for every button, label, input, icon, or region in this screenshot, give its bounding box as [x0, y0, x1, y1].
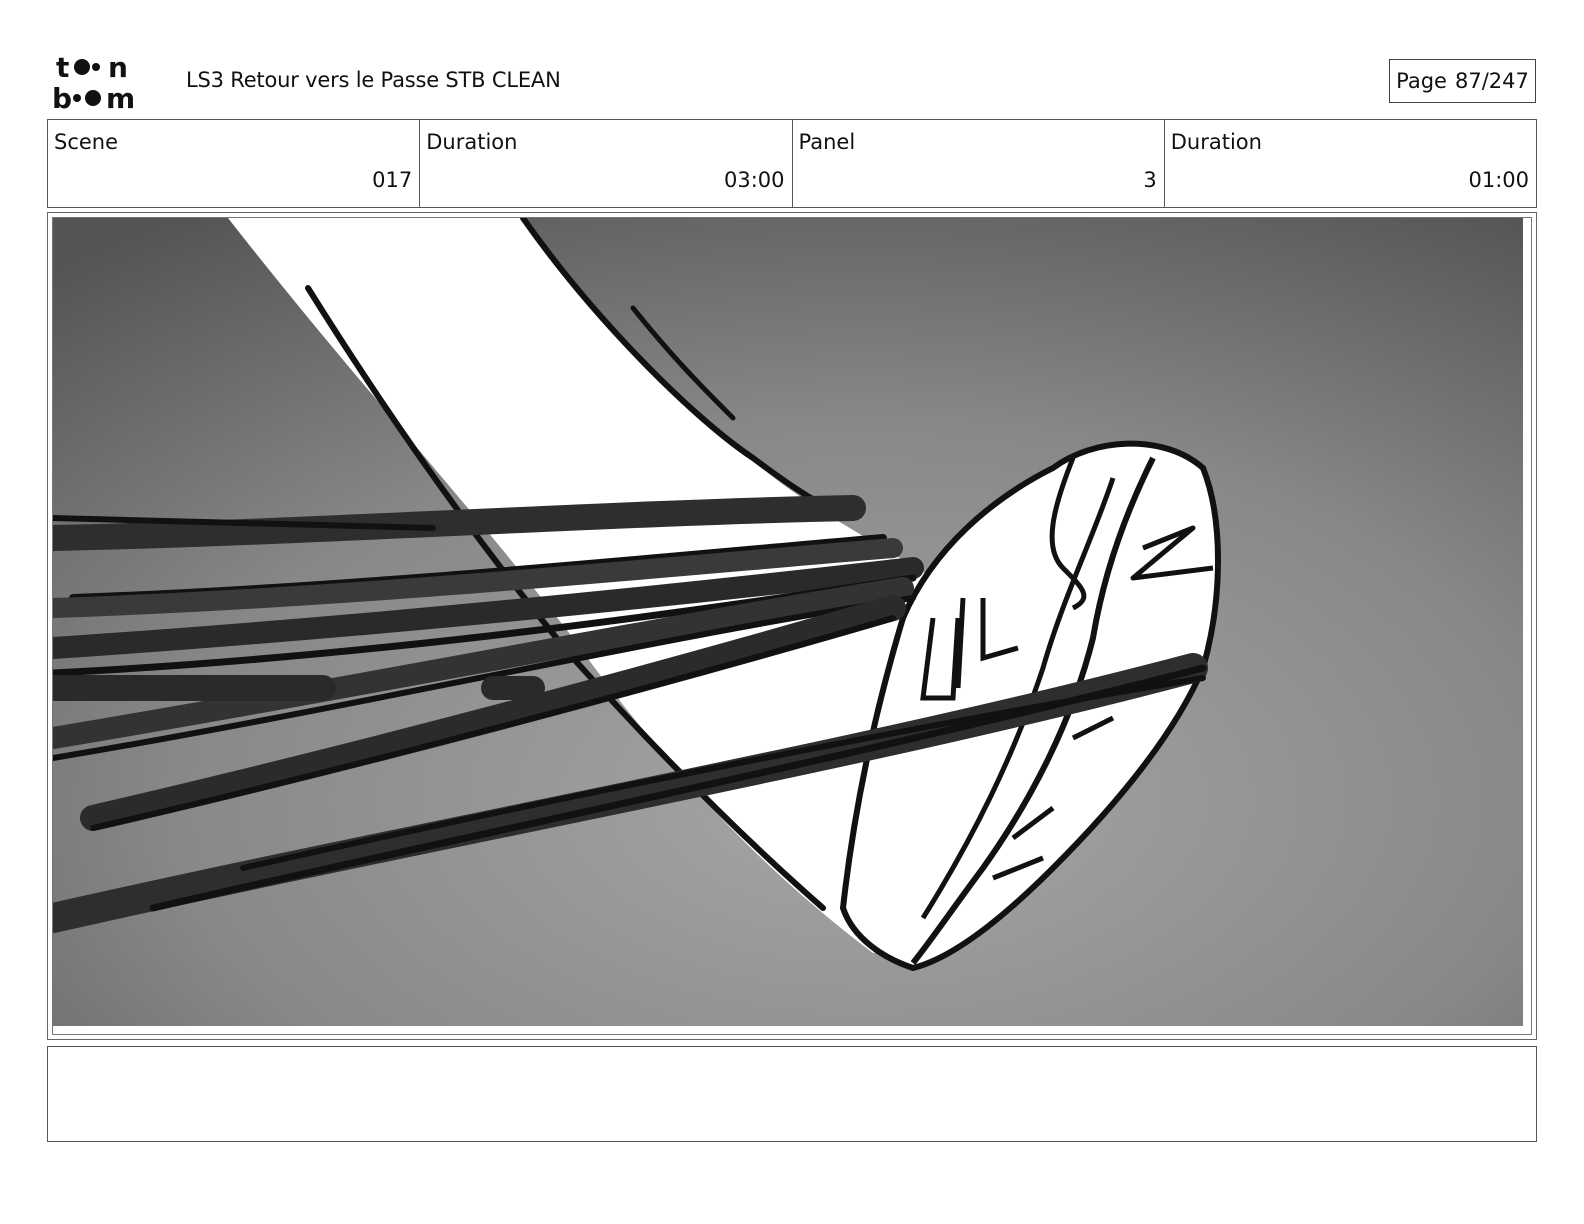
- panel-info-row: Scene 017 Duration 03:00 Panel 3 Duratio…: [47, 119, 1537, 208]
- scene-duration-cell: Duration 03:00: [420, 120, 793, 207]
- scene-label: Scene: [54, 130, 119, 154]
- svg-text:b: b: [52, 82, 72, 112]
- panel-artwork: [52, 217, 1532, 1035]
- toon-boom-logo: t n b m: [52, 51, 135, 112]
- panel-duration-cell: Duration 01:00: [1165, 120, 1536, 207]
- page-indicator: Page 87/247: [1389, 59, 1536, 103]
- page-label: Page: [1396, 69, 1447, 93]
- storyboard-panel: [47, 212, 1537, 1040]
- panel-cell: Panel 3: [793, 120, 1165, 207]
- svg-text:n: n: [108, 51, 128, 84]
- scene-cell: Scene 017: [48, 120, 421, 207]
- panel-label: Panel: [798, 130, 856, 154]
- panel-value: 3: [1143, 168, 1157, 192]
- panel-duration-value: 01:00: [1468, 168, 1529, 192]
- scene-duration-value: 03:00: [723, 168, 785, 192]
- caption-box: [47, 1046, 1537, 1142]
- panel-duration-label: Duration: [1170, 130, 1262, 154]
- svg-text:m: m: [106, 82, 135, 112]
- scene-value: 017: [372, 168, 413, 192]
- document-title: LS3 Retour vers le Passe STB CLEAN: [186, 68, 561, 92]
- svg-text:t: t: [56, 51, 69, 84]
- page-value: 87/247: [1454, 69, 1529, 93]
- scene-duration-label: Duration: [426, 130, 518, 154]
- sketch-drawing: [53, 218, 1523, 1026]
